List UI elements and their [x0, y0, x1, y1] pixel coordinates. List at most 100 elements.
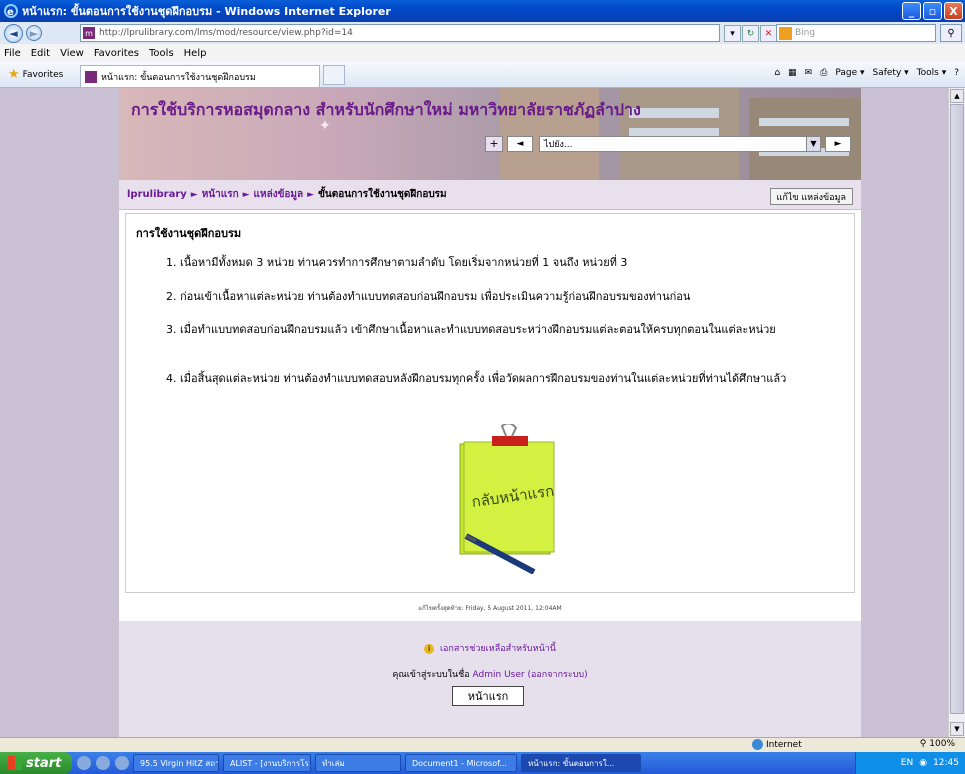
site-favicon-icon: m: [83, 27, 95, 39]
add-icon[interactable]: +: [485, 136, 503, 152]
safety-menu[interactable]: Safety ▾: [872, 68, 908, 78]
taskbar-item[interactable]: ทำเล่ม: [315, 754, 401, 772]
login-prefix: คุณเข้าสู่ระบบในชื่อ: [392, 670, 470, 680]
security-zone: Internet: [752, 739, 802, 750]
breadcrumb-resources[interactable]: แหล่งข้อมูล: [254, 187, 304, 202]
page-menu[interactable]: Page ▾: [835, 68, 864, 78]
site-title: การใช้บริการหอสมุดกลาง สำหรับนักศึกษาใหม…: [131, 100, 641, 119]
tray-icons[interactable]: ◉: [919, 758, 927, 768]
menu-favorites[interactable]: Favorites: [94, 48, 139, 59]
logout-link[interactable]: (ออกจากระบบ): [527, 670, 587, 680]
jump-to-select[interactable]: ไปยัง... ▼: [539, 136, 821, 152]
zoom-value: 100%: [929, 739, 955, 749]
instruction-item: 3. เมื่อทำแบบทดสอบก่อนฝึกอบรมแล้ว เข้าศึ…: [166, 323, 776, 336]
scroll-up-icon[interactable]: ▲: [950, 89, 964, 103]
bing-icon: [779, 26, 792, 40]
internet-explorer-icon: e: [4, 4, 18, 18]
help-link[interactable]: เอกสารช่วยเหลือสำหรับหน้านี้: [440, 644, 556, 654]
address-dropdown-button[interactable]: ▾: [724, 25, 741, 42]
zoom-level[interactable]: ⚲ 100%: [920, 739, 955, 749]
info-icon: i: [424, 644, 435, 654]
command-bar: ⌂ ▦ ✉ ⎙ Page ▾ Safety ▾ Tools ▾ ?: [774, 68, 959, 78]
menu-file[interactable]: File: [4, 48, 21, 59]
moodle-page: ✦ การใช้บริการหอสมุดกลาง สำหรับนักศึกษาใ…: [119, 88, 861, 737]
home-icon[interactable]: ⌂: [774, 68, 780, 78]
quicklaunch-icon[interactable]: [77, 756, 91, 770]
close-button[interactable]: X: [944, 2, 963, 20]
menu-help[interactable]: Help: [184, 48, 207, 59]
instruction-item: 2. ก่อนเข้าเนื้อหาแต่ละหน่วย ท่านต้องทำแ…: [166, 290, 691, 303]
mail-icon[interactable]: ✉: [805, 68, 813, 78]
back-button[interactable]: ◄: [4, 23, 23, 43]
vertical-scrollbar[interactable]: ▲ ▼: [948, 88, 965, 737]
svg-text:e: e: [7, 7, 14, 18]
tab-favicon-icon: [85, 70, 97, 83]
breadcrumb-separator: ►: [307, 189, 315, 200]
help-icon[interactable]: ?: [954, 68, 959, 78]
clock: 12:45: [933, 758, 959, 768]
windows-logo-icon: [8, 756, 22, 770]
menu-view[interactable]: View: [60, 48, 84, 59]
tools-menu[interactable]: Tools ▾: [917, 68, 947, 78]
new-tab-button[interactable]: [323, 65, 345, 85]
url-text: http://lprulibrary.com/lms/mod/resource/…: [99, 28, 353, 38]
quicklaunch-icon[interactable]: [115, 756, 129, 770]
last-modified: แก้ไขครั้งสุดท้าย: Friday, 5 August 2011…: [418, 605, 562, 612]
menu-edit[interactable]: Edit: [31, 48, 50, 59]
next-resource-button[interactable]: ►: [825, 136, 851, 152]
breadcrumb-home[interactable]: หน้าแรก: [202, 187, 239, 202]
maximize-button[interactable]: ▫: [923, 2, 942, 20]
login-info: คุณเข้าสู่ระบบในชื่อ Admin User (ออกจากร…: [119, 667, 861, 681]
scroll-thumb[interactable]: [950, 104, 964, 714]
minimize-button[interactable]: _: [902, 2, 921, 20]
resource-content: การใช้งานชุดฝึกอบรม 1. เนื้อหามีทั้งหมด …: [125, 213, 855, 593]
breadcrumb: lprulibrary ► หน้าแรก ► แหล่งข้อมูล ► ขั…: [119, 180, 861, 210]
favorites-star-icon[interactable]: ★: [8, 67, 20, 82]
browser-tab[interactable]: หน้าแรก: ขั้นตอนการใช้งานชุดฝึกอบรม: [80, 65, 320, 87]
breadcrumb-separator: ►: [190, 189, 198, 200]
taskbar-item[interactable]: 95.5 Virgin HitZ สถานี...: [133, 754, 219, 772]
back-to-home-note-button[interactable]: กลับหน้าแรก: [454, 422, 564, 575]
breadcrumb-separator: ►: [242, 189, 250, 200]
search-input[interactable]: Bing: [776, 24, 936, 42]
breadcrumb-current: ขั้นตอนการใช้งานชุดฝึกอบรม: [318, 189, 447, 200]
zoom-icon: ⚲: [919, 739, 927, 749]
start-button[interactable]: start: [0, 752, 72, 774]
search-placeholder: Bing: [795, 28, 816, 38]
breadcrumb-site[interactable]: lprulibrary: [127, 189, 187, 200]
favorites-button[interactable]: Favorites: [23, 70, 64, 80]
stop-icon[interactable]: ✕: [760, 25, 777, 42]
user-link[interactable]: Admin User: [473, 670, 525, 680]
print-icon[interactable]: ⎙: [820, 68, 827, 78]
taskbar-item[interactable]: Document1 - Microsof...: [405, 754, 517, 772]
forward-button[interactable]: ►: [26, 25, 42, 41]
prev-resource-button[interactable]: ◄: [507, 136, 533, 152]
address-bar[interactable]: m http://lprulibrary.com/lms/mod/resourc…: [80, 24, 720, 42]
search-icon[interactable]: ⚲: [940, 24, 962, 42]
content-heading: การใช้งานชุดฝึกอบรม: [136, 227, 242, 240]
tab-title: หน้าแรก: ขั้นตอนการใช้งานชุดฝึกอบรม: [101, 72, 256, 83]
home-button[interactable]: หน้าแรก: [452, 686, 524, 706]
start-label: start: [26, 755, 62, 771]
system-tray: EN ◉ 12:45: [855, 752, 965, 774]
help-link-row: i เอกสารช่วยเหลือสำหรับหน้านี้: [119, 641, 861, 655]
status-bar: Internet ⚲ 100%: [0, 737, 965, 752]
menu-tools[interactable]: Tools: [149, 48, 174, 59]
chevron-down-icon: ▼: [806, 137, 820, 151]
sticky-note-icon: กลับหน้าแรก: [459, 422, 555, 575]
quicklaunch-icon[interactable]: [96, 756, 110, 770]
edit-resource-button[interactable]: แก้ไข แหล่งข้อมูล: [769, 188, 853, 205]
zone-label: Internet: [766, 739, 802, 750]
taskbar-item[interactable]: ALIST - [งานบริการโร...: [223, 754, 311, 772]
header-banner: ✦ การใช้บริการหอสมุดกลาง สำหรับนักศึกษาใ…: [119, 88, 861, 180]
window-title: หน้าแรก: ขั้นตอนการใช้งานชุดฝึกอบรม - Wi…: [22, 5, 391, 18]
globe-icon: [752, 739, 763, 750]
browser-viewport: ✦ การใช้บริการหอสมุดกลาง สำหรับนักศึกษาใ…: [0, 88, 965, 737]
favorites-bar: ★ Favorites หน้าแรก: ขั้นตอนการใช้งานชุด…: [0, 62, 965, 88]
scroll-down-icon[interactable]: ▼: [950, 722, 964, 736]
taskbar-item-active[interactable]: หน้าแรก: ขั้นตอนการใ...: [521, 754, 641, 772]
language-indicator[interactable]: EN: [901, 758, 913, 768]
jump-to-value: ไปยัง...: [544, 140, 573, 150]
feeds-icon[interactable]: ▦: [788, 68, 797, 78]
refresh-icon[interactable]: ↻: [742, 25, 759, 42]
